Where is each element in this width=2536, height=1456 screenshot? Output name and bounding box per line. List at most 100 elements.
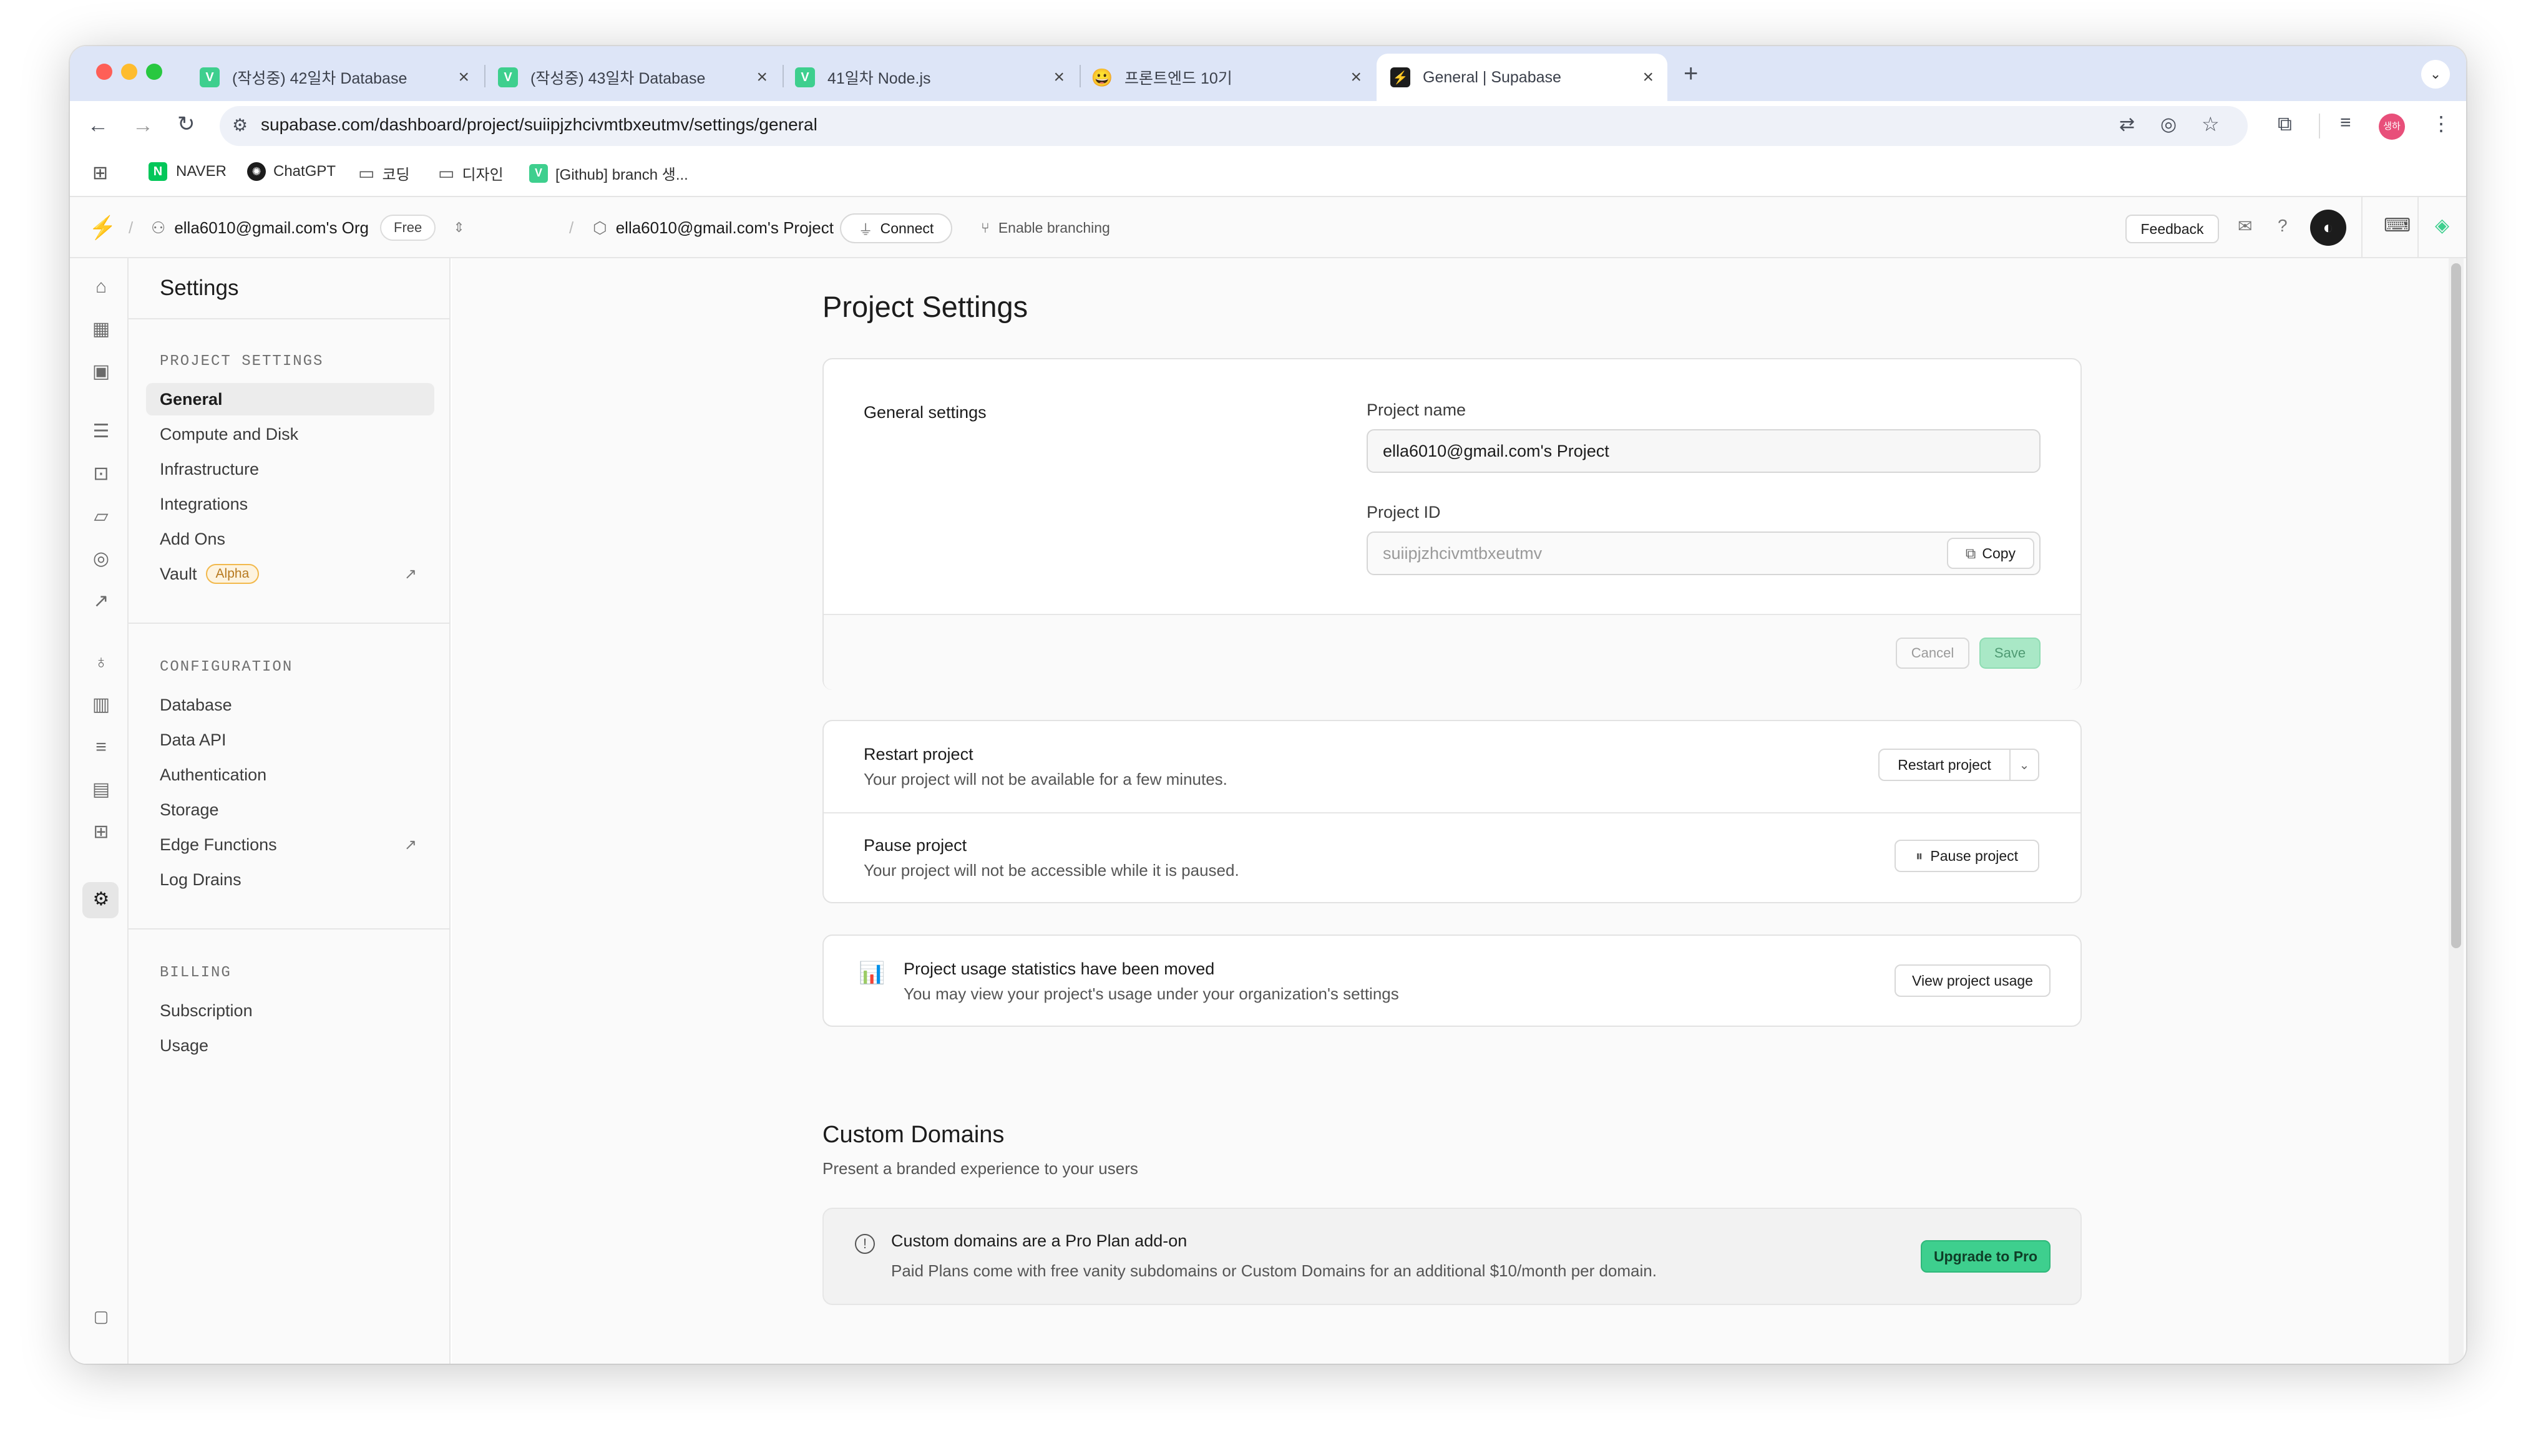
browser-tab[interactable]: V (작성중) 42일차 Database ×: [186, 54, 483, 101]
database-icon[interactable]: ☰: [91, 422, 111, 442]
sidebar-item-storage[interactable]: Storage: [146, 794, 434, 826]
sidebar-item-data-api[interactable]: Data API: [146, 724, 434, 756]
project-selector[interactable]: ⬡ ella6010@gmail.com's Project ⇕: [593, 197, 862, 258]
url-text[interactable]: supabase.com/dashboard/project/suiipjzhc…: [261, 115, 817, 135]
terminal-icon[interactable]: ⌨: [2384, 215, 2411, 236]
bookmark-star-icon[interactable]: ☆: [2202, 112, 2220, 136]
save-button[interactable]: Save: [1979, 638, 2041, 669]
tab-label: (작성중) 43일차 Database: [530, 70, 706, 87]
tab-close-icon[interactable]: ×: [756, 67, 768, 88]
new-tab-icon[interactable]: +: [1684, 61, 1698, 86]
scrollbar-thumb[interactable]: [2451, 263, 2461, 948]
sidebar-item-compute-and-disk[interactable]: Compute and Disk: [146, 418, 434, 450]
project-name-input[interactable]: ella6010@gmail.com's Project: [1367, 429, 2041, 473]
chevron-down-icon[interactable]: ⌄: [2009, 750, 2038, 780]
copy-button[interactable]: ⧉ Copy: [1947, 538, 2034, 569]
browser-menu-icon[interactable]: ⋮: [2431, 114, 2451, 133]
tab-search-chevron-down-icon[interactable]: ⌄: [2421, 60, 2450, 89]
bookmark-folder[interactable]: ▭ 코딩: [358, 162, 410, 184]
org-selector[interactable]: ⚇ ella6010@gmail.com's Org Free ⇕: [151, 197, 465, 258]
settings-gear-icon[interactable]: ⚙: [91, 890, 111, 910]
bookmark-item[interactable]: ✺ ChatGPT: [247, 162, 336, 181]
chevron-updown-icon[interactable]: ⇕: [453, 220, 464, 236]
site-settings-icon[interactable]: ⚙: [232, 115, 248, 135]
tab-close-icon[interactable]: ×: [1350, 67, 1362, 88]
restart-project-button[interactable]: Restart project ⌄: [1878, 749, 2039, 781]
tab-close-icon[interactable]: ×: [1053, 67, 1065, 88]
table-editor-icon[interactable]: ▦: [91, 319, 111, 339]
sidebar-item-authentication[interactable]: Authentication: [146, 759, 434, 791]
pause-project-button[interactable]: ⏸ Pause project: [1895, 840, 2039, 872]
bookmark-item[interactable]: N NAVER: [149, 162, 227, 181]
supabase-logo-icon[interactable]: ⚡: [89, 197, 117, 258]
collapse-sidebar-icon[interactable]: ▢: [91, 1306, 111, 1326]
view-project-usage-button[interactable]: View project usage: [1895, 964, 2051, 997]
inbox-icon[interactable]: ✉: [2238, 216, 2252, 236]
pro-plan-notice: ! Custom domains are a Pro Plan add-on P…: [822, 1208, 2082, 1305]
minimize-window-button[interactable]: [121, 64, 137, 80]
connect-button[interactable]: ⏚ Connect: [840, 213, 952, 243]
naver-logo-icon: N: [149, 162, 167, 181]
sql-editor-icon[interactable]: ▣: [91, 362, 111, 382]
apps-grid-icon[interactable]: ⊞: [92, 162, 108, 184]
copy-label: Copy: [1982, 545, 2016, 561]
icon-rail: ⌂ ▦ ▣ ☰ ⊡ ▱ ◎ ↗ ♁ ▥ ≡ ▤ ⊞ ⚙ ▢: [70, 258, 129, 1364]
browser-tab-active[interactable]: ⚡ General | Supabase ×: [1377, 54, 1667, 101]
browser-tab[interactable]: 😀 프론트엔드 10기 ×: [1078, 54, 1375, 101]
tab-close-icon[interactable]: ×: [458, 67, 469, 88]
auth-lock-icon[interactable]: ⊡: [91, 464, 111, 484]
sidebar-item-general[interactable]: General: [146, 383, 434, 415]
cancel-label: Cancel: [1911, 645, 1954, 661]
sidebar-item-subscription[interactable]: Subscription: [146, 994, 434, 1027]
org-icon: ⚇: [151, 218, 166, 237]
plan-badge: Free: [380, 215, 436, 241]
close-window-button[interactable]: [96, 64, 112, 80]
sidebar-item-edge-functions[interactable]: Edge Functions ↗: [146, 828, 434, 861]
sidebar-item-usage[interactable]: Usage: [146, 1029, 434, 1062]
back-arrow-icon[interactable]: ←: [87, 115, 109, 136]
integrations-icon[interactable]: ⊞: [91, 822, 111, 842]
edge-functions-icon[interactable]: ↗: [91, 591, 111, 611]
logs-icon[interactable]: ≡: [91, 737, 111, 757]
tab-close-icon[interactable]: ×: [1642, 67, 1654, 88]
tab-label: General | Supabase: [1423, 68, 1561, 86]
sidebar-item-integrations[interactable]: Integrations: [146, 488, 434, 520]
user-avatar[interactable]: ◐: [2310, 210, 2346, 246]
feedback-button[interactable]: Feedback: [2125, 215, 2219, 243]
eye-off-icon[interactable]: ◎: [2160, 114, 2177, 135]
upgrade-to-pro-button[interactable]: Upgrade to Pro: [1921, 1240, 2051, 1273]
translate-icon[interactable]: ⇄: [2119, 114, 2135, 135]
extensions-icon[interactable]: ⧉: [2278, 114, 2292, 133]
bookmark-folder[interactable]: ▭ 디자인: [438, 162, 504, 184]
project-topnav: ⚡ / ⚇ ella6010@gmail.com's Org Free ⇕ / …: [70, 197, 2466, 258]
home-icon[interactable]: ⌂: [91, 277, 111, 297]
reload-icon[interactable]: ↻: [177, 114, 195, 135]
realtime-icon[interactable]: ◎: [91, 549, 111, 569]
api-docs-icon[interactable]: ▤: [91, 780, 111, 800]
storage-icon[interactable]: ▱: [91, 507, 111, 527]
browser-tab[interactable]: V (작성중) 43일차 Database ×: [484, 54, 781, 101]
media-control-icon[interactable]: ≡: [2340, 114, 2351, 132]
notice-title: Custom domains are a Pro Plan add-on: [891, 1231, 1188, 1250]
sidebar-item-vault[interactable]: Vault Alpha ↗: [146, 558, 434, 590]
profile-avatar[interactable]: 생하: [2379, 114, 2405, 140]
bookmark-label: NAVER: [176, 163, 227, 180]
advisors-bulb-icon[interactable]: ♁: [91, 653, 111, 672]
page-title: Project Settings: [822, 290, 1028, 323]
cancel-button[interactable]: Cancel: [1896, 638, 1969, 669]
bookmark-item[interactable]: V [Github] branch 생...: [529, 162, 688, 184]
sidebar-item-infrastructure[interactable]: Infrastructure: [146, 453, 434, 485]
sidebar-item-database[interactable]: Database: [146, 689, 434, 721]
help-icon[interactable]: ?: [2278, 216, 2288, 236]
browser-tab[interactable]: V 41일차 Node.js ×: [781, 54, 1078, 101]
sidebar-item-log-drains[interactable]: Log Drains: [146, 863, 434, 896]
forward-arrow-icon[interactable]: →: [132, 115, 154, 136]
folder-icon: ▭: [358, 163, 375, 183]
reports-icon[interactable]: ▥: [91, 695, 111, 715]
maximize-window-button[interactable]: [146, 64, 162, 80]
enable-branching-button[interactable]: ⑂ Enable branching: [981, 197, 1110, 258]
address-bar[interactable]: ⚙ supabase.com/dashboard/project/suiipjz…: [220, 106, 2248, 146]
tab-favicon-icon: V: [498, 67, 518, 87]
sidebar-item-add-ons[interactable]: Add Ons: [146, 523, 434, 555]
assistant-icon[interactable]: ◈: [2435, 215, 2449, 236]
